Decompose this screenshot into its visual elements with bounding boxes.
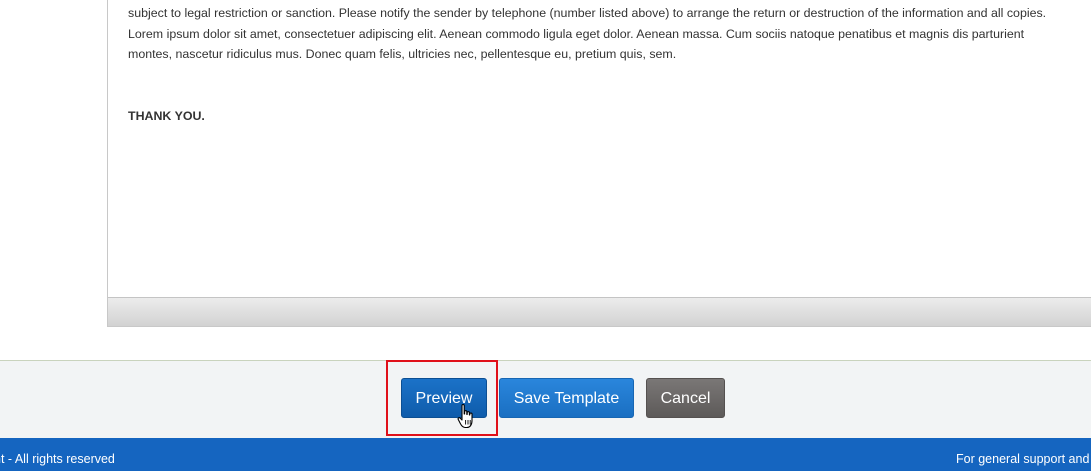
editor-line: subject to legal restriction or sanction… [128, 6, 1047, 20]
content-area: subject to legal restriction or sanction… [0, 0, 1091, 360]
cancel-button[interactable]: Cancel [646, 378, 725, 418]
save-template-button[interactable]: Save Template [499, 378, 634, 418]
footer-copyright: nt - All rights reserved [0, 452, 115, 466]
template-editor[interactable]: subject to legal restriction or sanction… [107, 0, 1091, 327]
page-footer: nt - All rights reserved For general sup… [0, 438, 1091, 471]
editor-closing: THANK YOU. [128, 108, 205, 123]
editor-line: montes, nascetur ridiculus mus. Donec qu… [128, 47, 677, 61]
editor-line: Lorem ipsum dolor sit amet, consectetuer… [128, 26, 1025, 41]
editor-status-bar [108, 297, 1091, 326]
editor-body[interactable]: subject to legal restriction or sanction… [128, 3, 1091, 126]
action-bar: Preview Save Template Cancel [0, 360, 1091, 438]
page: subject to legal restriction or sanction… [0, 0, 1091, 471]
hand-pointer-icon [456, 403, 476, 430]
footer-support-text: For general support and [956, 452, 1090, 466]
